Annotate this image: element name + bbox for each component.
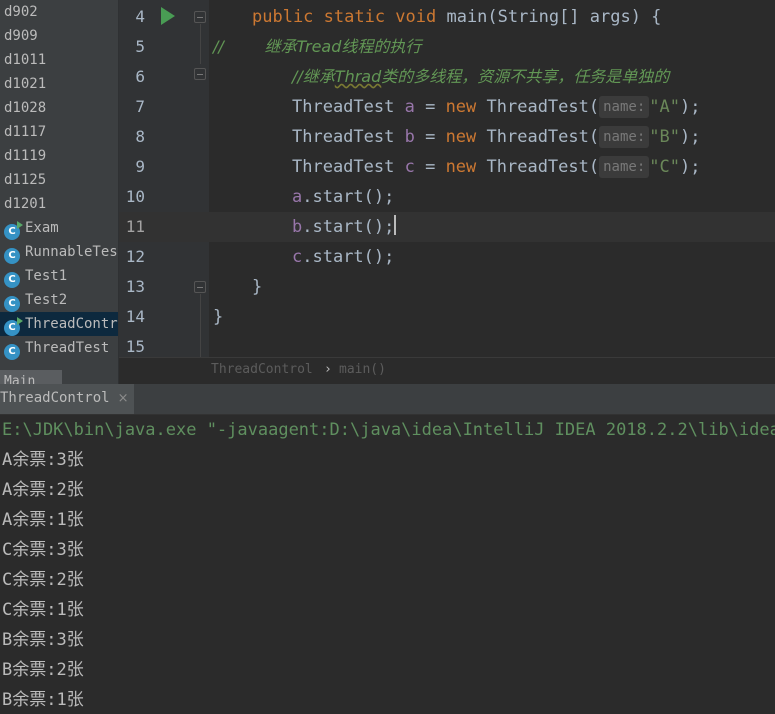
console-output-line: B余票:1张 bbox=[2, 690, 84, 710]
line-number: 7 bbox=[135, 97, 145, 116]
parameter-hint: name: bbox=[599, 156, 650, 178]
fold-marker-icon[interactable] bbox=[194, 68, 206, 80]
line-number: 5 bbox=[135, 37, 145, 56]
run-gutter-icon[interactable] bbox=[161, 7, 175, 25]
code-line-5: // 继承Tread线程的执行 bbox=[213, 37, 422, 56]
tree-item-d1021[interactable]: d1021 bbox=[0, 72, 118, 96]
line-number: 9 bbox=[135, 157, 145, 176]
java-class-icon: C bbox=[4, 296, 20, 312]
editor-gutter: 4 5 6 7 8 9 10 11 12 13 14 15 bbox=[119, 0, 209, 357]
tree-item-label: ThreadControl bbox=[25, 316, 118, 332]
tree-item-label: Test2 bbox=[25, 292, 68, 308]
project-tree: d902 d909 d1011 d1021 d1028 d1117 d1119 … bbox=[0, 0, 119, 384]
tree-item-threadcontrol[interactable]: CThreadControl bbox=[0, 312, 118, 336]
close-icon[interactable]: × bbox=[118, 391, 129, 406]
line-number: 4 bbox=[135, 7, 145, 26]
line-number: 13 bbox=[125, 277, 145, 296]
code-line-14: } bbox=[213, 307, 224, 327]
fold-guide bbox=[200, 294, 201, 357]
tree-item-label: d1201 bbox=[4, 196, 47, 212]
tree-item-label: d1117 bbox=[4, 124, 47, 140]
tree-item-exam[interactable]: C Exam bbox=[0, 216, 118, 240]
console-output-line: C余票:3张 bbox=[2, 540, 84, 560]
line-number: 8 bbox=[135, 127, 145, 146]
code-line-10: a.start(); bbox=[292, 187, 395, 207]
run-tab-label: ThreadControl bbox=[0, 390, 110, 406]
code-editor[interactable]: public static void main(String[] args) {… bbox=[209, 0, 775, 357]
console-output-line: C余票:1张 bbox=[2, 600, 84, 620]
breadcrumb-separator-icon: › bbox=[324, 362, 332, 377]
fold-marker-icon[interactable] bbox=[194, 281, 206, 293]
line-number: 10 bbox=[125, 187, 145, 206]
run-console[interactable]: E:\JDK\bin\java.exe "-javaagent:D:\java\… bbox=[0, 415, 775, 714]
sidebar-bottom-label: Main bbox=[4, 374, 36, 385]
text-caret bbox=[394, 215, 397, 235]
breadcrumb-class[interactable]: ThreadControl bbox=[211, 358, 313, 382]
tree-item-d1117[interactable]: d1117 bbox=[0, 120, 118, 144]
console-output-line: A余票:2张 bbox=[2, 480, 84, 500]
code-line-8: ThreadTest b = new ThreadTest(name: "B"); bbox=[292, 126, 701, 148]
console-output-line: A余票:3张 bbox=[2, 450, 84, 470]
parameter-hint: name: bbox=[599, 96, 650, 118]
console-output-line: B余票:2张 bbox=[2, 660, 84, 680]
fold-guide bbox=[200, 24, 201, 64]
line-number: 6 bbox=[135, 67, 145, 86]
console-command-line: E:\JDK\bin\java.exe "-javaagent:D:\java\… bbox=[2, 420, 775, 440]
java-class-icon: C bbox=[4, 344, 20, 360]
tree-item-test2[interactable]: C Test2 bbox=[0, 288, 118, 312]
code-line-4: public static void main(String[] args) { bbox=[252, 7, 662, 27]
tree-item-d1011[interactable]: d1011 bbox=[0, 48, 118, 72]
java-class-icon: C bbox=[4, 248, 20, 264]
line-number: 12 bbox=[125, 247, 145, 266]
tree-item-label: ThreadTest bbox=[25, 340, 110, 356]
java-class-icon: C bbox=[4, 317, 23, 336]
breadcrumb: ThreadControl › main() bbox=[119, 357, 775, 384]
code-line-7: ThreadTest a = new ThreadTest(name: "A"); bbox=[292, 96, 701, 118]
tree-item-label: d909 bbox=[4, 28, 38, 44]
fold-marker-icon[interactable] bbox=[194, 11, 206, 23]
runnable-badge-icon bbox=[17, 221, 23, 229]
run-tab-threadcontrol[interactable]: ThreadControl × bbox=[0, 384, 135, 414]
tree-item-d909[interactable]: d909 bbox=[0, 24, 118, 48]
runnable-badge-icon bbox=[17, 317, 23, 325]
tree-item-label: d1125 bbox=[4, 172, 47, 188]
console-output-line: C余票:2张 bbox=[2, 570, 84, 590]
horizontal-scrollbar[interactable]: Main bbox=[0, 370, 62, 384]
tree-item-test1[interactable]: C Test1 bbox=[0, 264, 118, 288]
tree-item-d1125[interactable]: d1125 bbox=[0, 168, 118, 192]
tree-item-label: RunnableTest bbox=[25, 244, 118, 260]
tree-item-d902[interactable]: d902 bbox=[0, 0, 118, 24]
tree-item-threadtest[interactable]: C ThreadTest bbox=[0, 336, 118, 360]
line-number-current: 11 bbox=[119, 212, 209, 242]
breadcrumb-method[interactable]: main() bbox=[339, 358, 386, 382]
tree-item-runnabletest[interactable]: C RunnableTest bbox=[0, 240, 118, 264]
code-line-6: //继承Thrad类的多线程，资源不共享，任务是单独的 bbox=[292, 67, 670, 86]
tree-item-d1028[interactable]: d1028 bbox=[0, 96, 118, 120]
tree-item-label: d902 bbox=[4, 4, 38, 20]
run-tool-window-tabs: ThreadControl × bbox=[0, 384, 775, 415]
java-class-icon: C bbox=[4, 272, 20, 288]
tree-item-label: d1119 bbox=[4, 148, 47, 164]
tree-item-label: d1011 bbox=[4, 52, 47, 68]
tree-item-d1201[interactable]: d1201 bbox=[0, 192, 118, 216]
tree-item-label: Test1 bbox=[25, 268, 68, 284]
parameter-hint: name: bbox=[599, 126, 650, 148]
code-line-9: ThreadTest c = new ThreadTest(name: "C"); bbox=[292, 156, 701, 178]
console-output-line: B余票:3张 bbox=[2, 630, 84, 650]
code-line-12: c.start(); bbox=[292, 247, 395, 267]
tree-item-d1119[interactable]: d1119 bbox=[0, 144, 118, 168]
code-line-13: } bbox=[252, 277, 263, 297]
tree-item-label: d1021 bbox=[4, 76, 47, 92]
tree-item-label: d1028 bbox=[4, 100, 47, 116]
console-output-line: A余票:1张 bbox=[2, 510, 84, 530]
java-class-icon: C bbox=[4, 221, 23, 240]
line-number: 14 bbox=[125, 307, 145, 326]
tree-item-label: Exam bbox=[25, 220, 59, 236]
code-line-11: b.start(); bbox=[209, 212, 775, 242]
